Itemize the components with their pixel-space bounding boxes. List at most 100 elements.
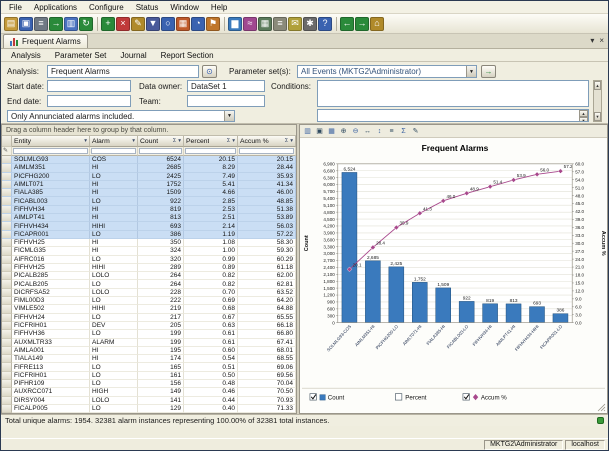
find-icon[interactable]: ○ [161, 16, 175, 31]
menu-file[interactable]: File [3, 3, 28, 12]
tab-frequent-alarms[interactable]: Frequent Alarms [3, 34, 88, 48]
chart-options-icon[interactable]: ≡ [386, 126, 397, 137]
column-filter-icon[interactable]: ▾ [290, 138, 293, 144]
refresh-icon[interactable]: ↻ [79, 16, 93, 31]
edit-icon[interactable]: ✎ [131, 16, 145, 31]
delete-icon[interactable]: × [116, 16, 130, 31]
zoom-in-icon[interactable]: ⊕ [338, 126, 349, 137]
filter-input[interactable] [91, 148, 136, 154]
settings-icon[interactable]: ✱ [303, 16, 317, 31]
menu-status[interactable]: Status [130, 3, 165, 12]
totals-icon[interactable]: Σ [398, 126, 409, 137]
chart-type-icon[interactable]: ▦ [326, 126, 337, 137]
sum-menu-icon[interactable]: Σ [285, 138, 288, 144]
filter-input[interactable] [139, 148, 182, 154]
table-row[interactable]: AUXRCC071 HIGH 149 0.46 70.50 [2, 388, 296, 397]
scrollbar-track[interactable] [594, 90, 601, 112]
column-filter-icon[interactable]: ▾ [84, 138, 87, 144]
scroll-down-icon[interactable]: ▼ [594, 112, 601, 121]
group-by-hint[interactable]: Drag a column header here to group by th… [2, 125, 296, 136]
table-row[interactable]: PICALB205 LO 264 0.82 62.81 [2, 280, 296, 289]
filter-input[interactable] [13, 148, 88, 154]
table-row[interactable]: FIFHVH24 LO 217 0.67 65.55 [2, 313, 296, 322]
table-row[interactable]: FIFHVH25 HIHI 289 0.89 61.18 [2, 263, 296, 273]
table-row[interactable]: AIMLA001 HI 195 0.60 68.01 [2, 346, 296, 356]
table-row[interactable]: FIFRE113 LO 165 0.51 69.06 [2, 363, 296, 372]
scroll-down-icon[interactable]: ▼ [579, 117, 588, 121]
menu-configure[interactable]: Configure [83, 3, 130, 12]
scroll-up-icon[interactable]: ▲ [594, 81, 601, 90]
add-icon[interactable]: + [101, 16, 115, 31]
table-row[interactable]: FIFHVH36 LO 199 0.61 66.80 [2, 330, 296, 339]
filter-cell-accum[interactable] [238, 147, 296, 156]
mail-icon[interactable]: ✉ [288, 16, 302, 31]
table-row[interactable]: FIML00D3 LO 222 0.69 64.20 [2, 297, 296, 306]
menu-window[interactable]: Window [164, 3, 204, 12]
conditions-scrollbar[interactable]: ▲ ▼ [593, 80, 602, 122]
zoom-out-icon[interactable]: ⊖ [350, 126, 361, 137]
column-header-count[interactable]: Count Σ ▾ [138, 136, 184, 147]
conditions-detail-box[interactable]: ▲ ▼ [317, 109, 589, 122]
table-row[interactable]: PICALB285 LOLO 264 0.82 62.00 [2, 272, 296, 281]
apply-paramset-button[interactable]: → [481, 65, 496, 78]
team-input[interactable] [187, 95, 265, 107]
annotate-icon[interactable]: ✎ [410, 126, 421, 137]
table-row[interactable]: PICFHG200 LO 2425 7.49 35.93 [2, 172, 296, 181]
pan-vertical-icon[interactable]: ↕ [374, 126, 385, 137]
conditions-box[interactable] [317, 80, 589, 107]
data-owner-input[interactable]: DataSet 1 [187, 80, 265, 92]
table-row[interactable]: SOLMLG93 COS 6524 20.15 20.15 [2, 156, 296, 165]
table-row[interactable]: AIFRC016 LO 320 0.99 60.29 [2, 255, 296, 264]
report-icon[interactable]: ≡ [273, 16, 287, 31]
filter-input[interactable] [239, 148, 294, 154]
table-row[interactable]: TIALA149 HI 174 0.54 68.55 [2, 355, 296, 364]
forward-icon[interactable]: → [355, 16, 369, 31]
table-row[interactable]: FIALA385 HI 1509 4.66 46.00 [2, 189, 296, 198]
clock-icon[interactable]: ◔ [191, 16, 205, 31]
table-row[interactable]: FICMLG35 HI 324 1.00 59.30 [2, 247, 296, 256]
menu-journal[interactable]: Journal [113, 51, 153, 60]
column-filter-icon[interactable]: ▾ [178, 138, 181, 144]
table-row[interactable]: AIMLPT41 HI 813 2.51 53.89 [2, 214, 296, 223]
table-row[interactable]: VIMLE502 HIHI 219 0.68 64.88 [2, 305, 296, 314]
table-row[interactable]: FICFRIH01 DEV 205 0.63 66.18 [2, 321, 296, 331]
spinner[interactable]: ▲ ▼ [579, 110, 588, 121]
filter-cell-alarm[interactable] [90, 147, 138, 156]
filter-cell-entity[interactable] [12, 147, 90, 156]
column-filter-icon[interactable]: ▾ [132, 138, 135, 144]
sum-menu-icon[interactable]: Σ [227, 138, 230, 144]
filter-note-combo[interactable]: Only Annunciated alarms included. ▼ [7, 110, 235, 122]
table-row[interactable]: DIRSY004 LOLO 141 0.44 70.93 [2, 396, 296, 405]
alarm-flag-icon[interactable]: ⚑ [206, 16, 220, 31]
table-row[interactable]: FIFHVH434 HIHI 693 2.14 56.03 [2, 222, 296, 231]
copy-chart-icon[interactable]: ▥ [302, 126, 313, 137]
table-row[interactable]: AIMLM351 HI 2685 8.29 28.44 [2, 164, 296, 173]
menu-analysis[interactable]: Analysis [4, 51, 48, 60]
chevron-down-icon[interactable]: ▾ [590, 36, 594, 45]
menu-applications[interactable]: Applications [28, 3, 83, 12]
filter-cell-count[interactable] [138, 147, 184, 156]
print-icon[interactable]: ≡ [34, 16, 48, 31]
export-icon[interactable]: → [49, 16, 63, 31]
filter-input[interactable] [185, 148, 236, 154]
table-row[interactable]: FICABL003 LO 922 2.85 48.85 [2, 197, 296, 206]
back-icon[interactable]: ← [340, 16, 354, 31]
dropdown-arrow-icon[interactable]: ▼ [466, 66, 476, 77]
menu-help[interactable]: Help [205, 3, 233, 12]
table-row[interactable]: FICAPR001 LO 386 1.19 57.22 [2, 230, 296, 239]
column-header-alarm[interactable]: Alarm ▾ [90, 136, 138, 147]
help-icon[interactable]: ? [318, 16, 332, 31]
filter-edit-cell[interactable]: ✎ [2, 147, 12, 156]
table-row[interactable]: FICALP005 LO 129 0.40 71.33 [2, 404, 296, 413]
open-icon[interactable]: ▤ [4, 16, 18, 31]
filter-icon[interactable]: ▼ [146, 16, 160, 31]
column-filter-icon[interactable]: ▾ [232, 138, 235, 144]
save-icon[interactable]: ▣ [19, 16, 33, 31]
column-header-accum[interactable]: Accum % Σ ▾ [238, 136, 296, 147]
table-row[interactable]: DICRFSA52 LOLO 228 0.70 63.52 [2, 288, 296, 298]
end-date-input[interactable] [47, 95, 131, 107]
table-row[interactable]: FICFRIH01 LO 161 0.50 69.56 [2, 371, 296, 381]
start-date-input[interactable] [47, 80, 131, 92]
table-row[interactable]: PIFHR109 LO 156 0.48 70.04 [2, 380, 296, 389]
table-row[interactable]: AIMLT071 HI 1752 5.41 41.34 [2, 180, 296, 190]
